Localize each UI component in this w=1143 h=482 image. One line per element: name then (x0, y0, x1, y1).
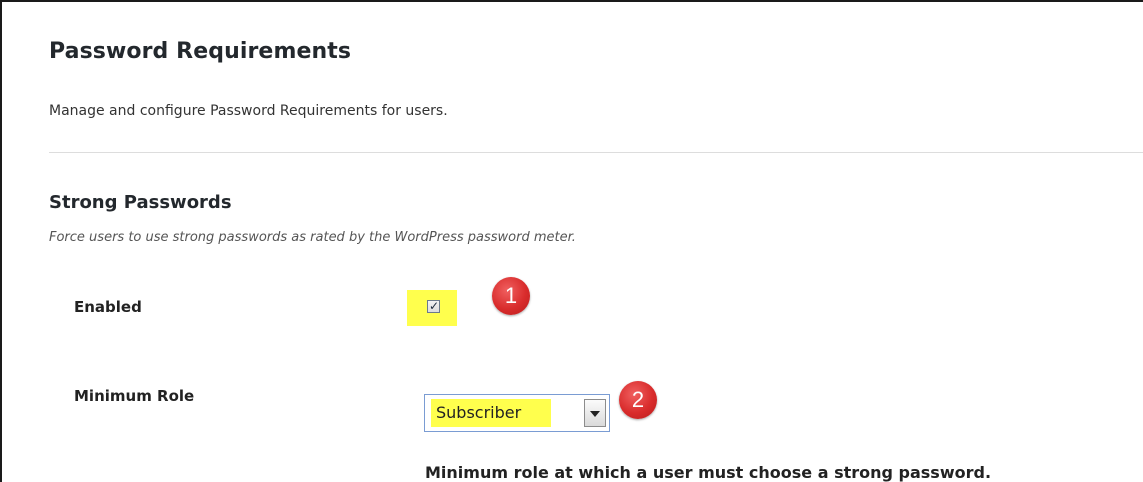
section-title: Strong Passwords (49, 192, 232, 213)
chevron-down-icon[interactable] (584, 399, 606, 427)
section-description: Force users to use strong passwords as r… (49, 230, 576, 245)
enabled-checkbox[interactable]: ✓ (427, 299, 440, 313)
annotation-badge-1: 1 (492, 277, 530, 315)
checkmark-icon: ✓ (429, 299, 440, 313)
minimum-role-select[interactable]: Subscriber (424, 394, 610, 432)
minimum-role-label: Minimum Role (74, 387, 195, 405)
page-title: Password Requirements (49, 39, 352, 64)
enabled-label: Enabled (74, 298, 142, 316)
settings-panel: Password Requirements Manage and configu… (0, 0, 1143, 482)
annotation-badge-2: 2 (619, 381, 657, 419)
minimum-role-value: Subscriber (436, 403, 522, 422)
minimum-role-help: Minimum role at which a user must choose… (425, 463, 992, 482)
page-description: Manage and configure Password Requiremen… (49, 103, 448, 119)
divider (49, 152, 1143, 153)
